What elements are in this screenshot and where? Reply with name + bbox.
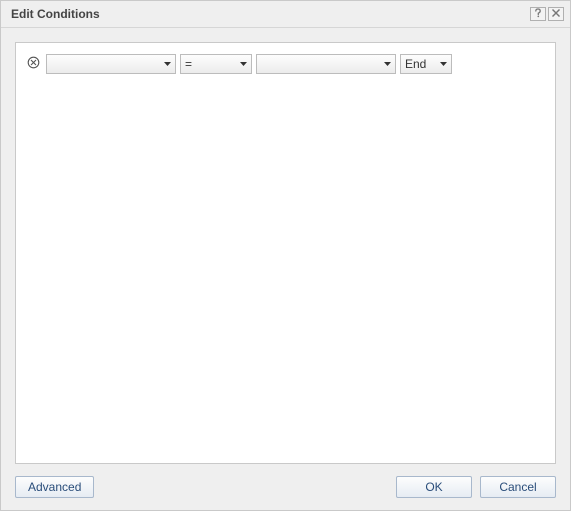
- operator-select[interactable]: =: [180, 54, 252, 74]
- dialog-title: Edit Conditions: [11, 7, 528, 21]
- chevron-down-icon: [160, 55, 175, 73]
- delete-condition-button[interactable]: [26, 57, 40, 71]
- cancel-button[interactable]: Cancel: [480, 476, 556, 498]
- delete-icon: [27, 56, 40, 72]
- chevron-down-icon: [436, 55, 451, 73]
- edit-conditions-dialog: Edit Conditions: [0, 0, 571, 511]
- close-button[interactable]: [548, 7, 564, 21]
- help-icon: [533, 7, 543, 21]
- value-select[interactable]: [256, 54, 396, 74]
- conditions-panel: = End: [15, 42, 556, 464]
- operator-select-value: =: [181, 57, 236, 71]
- joiner-select-value: End: [401, 57, 436, 71]
- close-icon: [551, 7, 561, 21]
- chevron-down-icon: [380, 55, 395, 73]
- ok-button-label: OK: [425, 480, 442, 494]
- chevron-down-icon: [236, 55, 251, 73]
- titlebar: Edit Conditions: [1, 1, 570, 28]
- help-button[interactable]: [530, 7, 546, 21]
- field-select[interactable]: [46, 54, 176, 74]
- advanced-button[interactable]: Advanced: [15, 476, 94, 498]
- content-outer: = End: [1, 28, 570, 464]
- cancel-button-label: Cancel: [499, 480, 536, 494]
- advanced-button-label: Advanced: [28, 480, 81, 494]
- ok-button[interactable]: OK: [396, 476, 472, 498]
- joiner-select[interactable]: End: [400, 54, 452, 74]
- condition-row: = End: [26, 53, 545, 75]
- footer: Advanced OK Cancel: [1, 464, 570, 510]
